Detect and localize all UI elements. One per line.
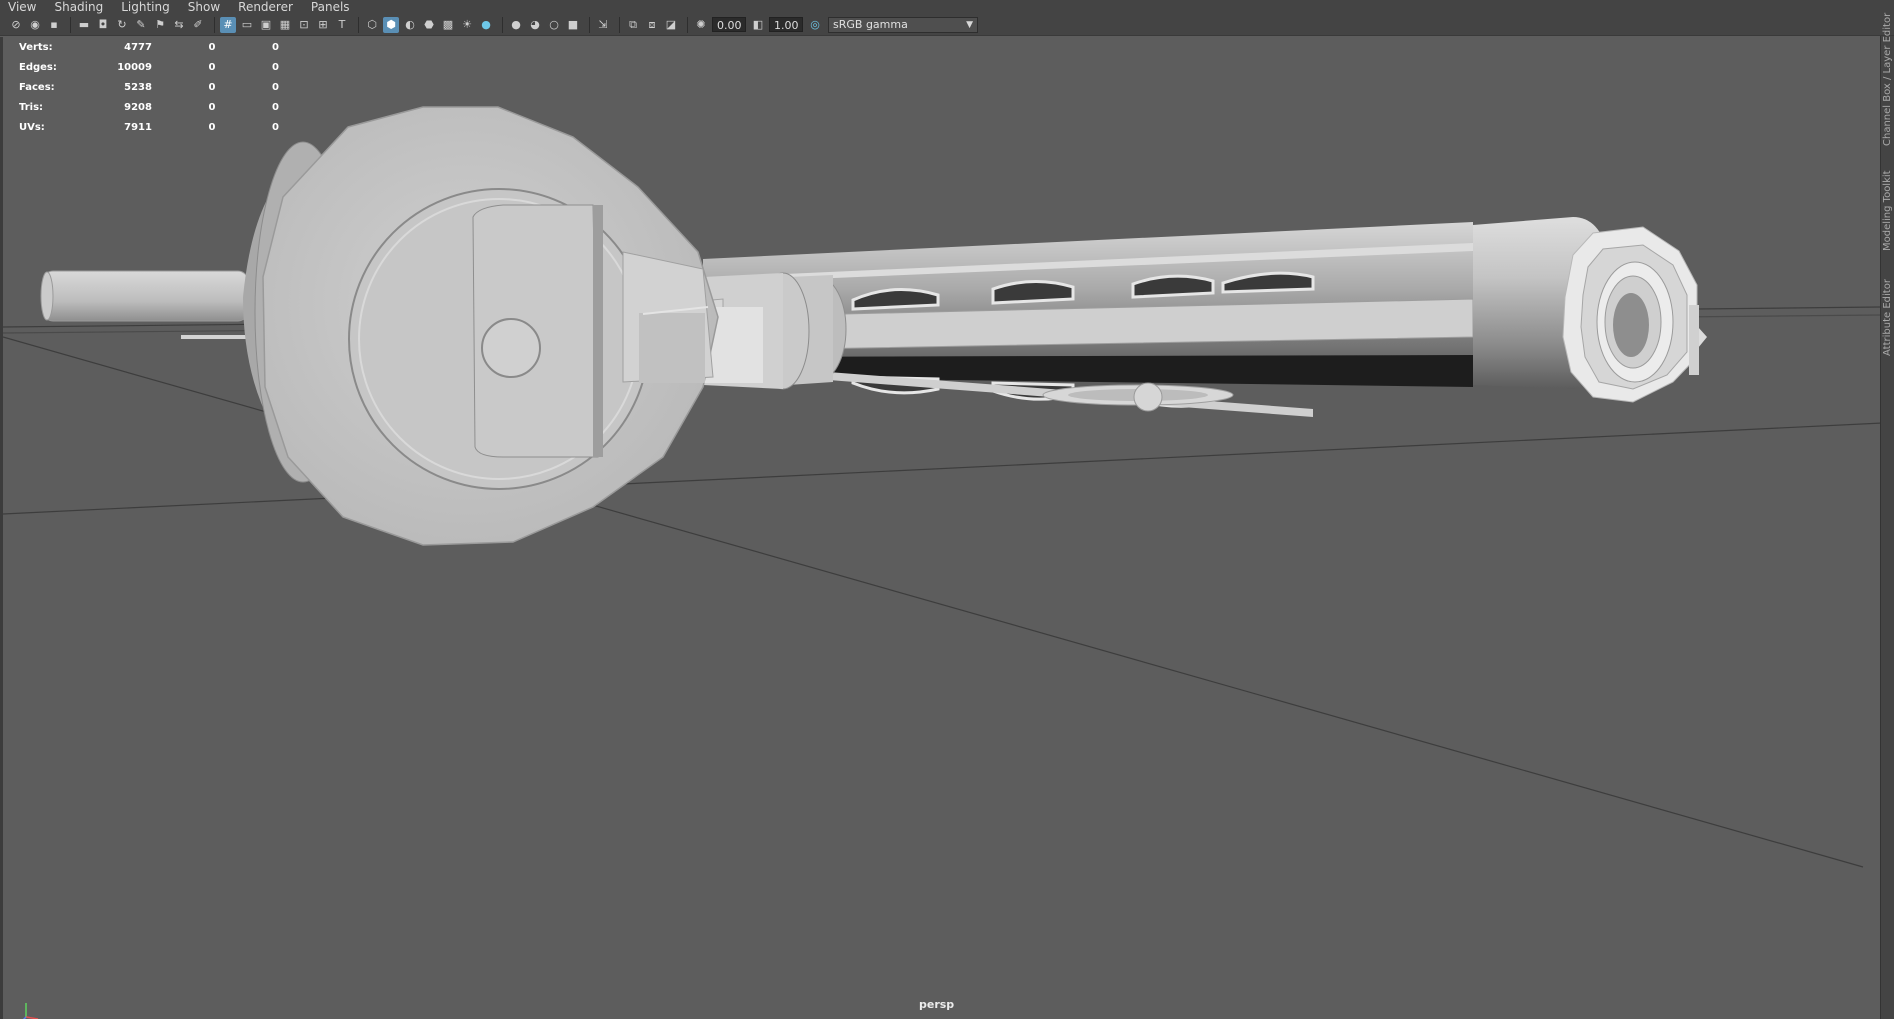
- maya-viewport-panel: View Shading Lighting Show Renderer Pane…: [0, 0, 1894, 1019]
- camera-attributes-icon[interactable]: ◉: [27, 17, 43, 33]
- grid-icon[interactable]: #: [220, 16, 236, 33]
- exposure-icon[interactable]: ✺: [693, 17, 709, 33]
- select-camera-icon[interactable]: ⊘: [8, 17, 24, 33]
- chevron-down-icon: ▼: [966, 19, 973, 30]
- drum-magazine: [243, 106, 719, 546]
- hud-label: UVs:: [19, 121, 45, 133]
- gamma-icon[interactable]: ◧: [750, 17, 766, 33]
- right-side-tab-strip: Channel Box / Layer Editor Modeling Tool…: [1880, 13, 1894, 1019]
- 3d-viewport[interactable]: [0, 37, 1880, 1019]
- two-d-pan-zoom-icon[interactable]: ↻: [114, 17, 130, 33]
- default-material-icon[interactable]: ◐: [402, 17, 418, 33]
- hud-label: Edges:: [19, 61, 57, 73]
- toolbar-divider: [502, 16, 503, 33]
- panel-toolbar: ⊘ ◉ ▪ ▬ ◘ ↻ ✎ ⚑ ⇆ ✐ # ▭ ▣ ▦ ⊡ ⊞ T ⬡ ⬢ ◐ …: [0, 14, 1894, 36]
- tab-modeling-toolkit[interactable]: Modeling Toolkit: [1882, 170, 1893, 251]
- camera-name-label: persp: [919, 998, 955, 1011]
- hud-value: 0: [208, 121, 216, 133]
- use-all-lights-icon[interactable]: ☀: [459, 17, 475, 33]
- safe-action-icon[interactable]: ⊡: [296, 17, 312, 33]
- text-icon[interactable]: T: [334, 17, 350, 33]
- screen-space-ao-icon[interactable]: ●: [508, 17, 524, 33]
- hud-value: 0: [272, 61, 280, 73]
- hud-value: 4777: [124, 41, 152, 53]
- hud-value: 0: [208, 101, 216, 113]
- hud-row-tris: Tris: 9208 0 0: [19, 97, 279, 117]
- xray-joints-icon[interactable]: ⧈: [644, 17, 660, 33]
- grease-pencil-icon[interactable]: ✎: [133, 17, 149, 33]
- image-plane-icon[interactable]: ▬: [76, 17, 92, 33]
- panel-menu-bar: View Shading Lighting Show Renderer Pane…: [0, 0, 1894, 14]
- hud-row-verts: Verts: 4777 0 0: [19, 37, 279, 57]
- toolbar-divider: [70, 16, 71, 33]
- wireframe-on-shaded-icon[interactable]: ⬣: [421, 17, 437, 33]
- hud-row-edges: Edges: 10009 0 0: [19, 57, 279, 77]
- toolbar-divider: [214, 16, 215, 33]
- hud-value: 0: [208, 41, 216, 53]
- hud-label: Tris:: [19, 101, 44, 113]
- toolbar-divider: [619, 16, 620, 33]
- wireframe-icon[interactable]: ⬡: [364, 17, 380, 33]
- gate-mask-icon[interactable]: ▣: [258, 17, 274, 33]
- isolate-select-icon[interactable]: ⇲: [595, 17, 611, 33]
- hud-label: Faces:: [19, 81, 55, 93]
- hud-value: 0: [272, 121, 280, 133]
- hud-value: 9208: [124, 101, 152, 113]
- hud-value: 0: [272, 41, 280, 53]
- tab-attribute-editor[interactable]: Attribute Editor: [1882, 279, 1893, 356]
- hud-value: 5238: [124, 81, 152, 93]
- hud-value: 7911: [124, 121, 152, 133]
- menu-view[interactable]: View: [8, 0, 36, 14]
- hud-row-uvs: UVs: 7911 0 0: [19, 117, 279, 137]
- menu-panels[interactable]: Panels: [311, 0, 350, 14]
- tab-channel-box[interactable]: Channel Box / Layer Editor: [1882, 13, 1893, 146]
- menu-show[interactable]: Show: [188, 0, 220, 14]
- hud-row-faces: Faces: 5238 0 0: [19, 77, 279, 97]
- toolbar-divider: [687, 16, 688, 33]
- safe-title-icon[interactable]: ⊞: [315, 17, 331, 33]
- gamma-field[interactable]: 1.00: [769, 17, 803, 32]
- hud-value: 0: [272, 101, 280, 113]
- depth-of-field-icon[interactable]: ■: [565, 17, 581, 33]
- menu-lighting[interactable]: Lighting: [121, 0, 170, 14]
- xray-icon[interactable]: ⧉: [625, 17, 641, 33]
- bookmark-icon[interactable]: ▪: [46, 17, 62, 33]
- menu-renderer[interactable]: Renderer: [238, 0, 293, 14]
- poly-count-hud: Verts: 4777 0 0 Edges: 10009 0 0 Faces: …: [19, 37, 279, 137]
- textured-icon[interactable]: ▩: [440, 17, 456, 33]
- bookmark-flag-icon[interactable]: ⚑: [152, 17, 168, 33]
- stock-tube: [40, 270, 251, 339]
- muzzle-assembly: [1473, 217, 1707, 403]
- exposure-field[interactable]: 0.00: [712, 17, 746, 32]
- field-chart-icon[interactable]: ▦: [277, 17, 293, 33]
- axis-gizmo: [22, 1003, 39, 1019]
- multisample-aa-icon[interactable]: ○: [546, 17, 562, 33]
- backface-culling-icon[interactable]: ◪: [663, 17, 679, 33]
- scene-render: [3, 106, 1880, 868]
- film-gate-icon[interactable]: ⇆: [171, 17, 187, 33]
- camera-icon[interactable]: ◘: [95, 17, 111, 33]
- smooth-shade-icon[interactable]: ⬢: [383, 16, 399, 33]
- toolbar-divider: [589, 16, 590, 33]
- color-management-icon[interactable]: ◎: [807, 17, 823, 33]
- view-transform-value: sRGB gamma: [833, 18, 908, 31]
- toolbar-divider: [358, 16, 359, 33]
- view-transform-dropdown[interactable]: sRGB gamma ▼: [828, 16, 978, 33]
- hud-value: 10009: [117, 61, 152, 73]
- hud-value: 0: [208, 81, 216, 93]
- paint-icon[interactable]: ✐: [190, 17, 206, 33]
- menu-shading[interactable]: Shading: [54, 0, 103, 14]
- hud-value: 0: [272, 81, 280, 93]
- shadows-icon[interactable]: ●: [478, 17, 494, 33]
- motion-blur-icon[interactable]: ◕: [527, 17, 543, 33]
- resolution-gate-icon[interactable]: ▭: [239, 17, 255, 33]
- hud-value: 0: [208, 61, 216, 73]
- hud-label: Verts:: [19, 41, 53, 53]
